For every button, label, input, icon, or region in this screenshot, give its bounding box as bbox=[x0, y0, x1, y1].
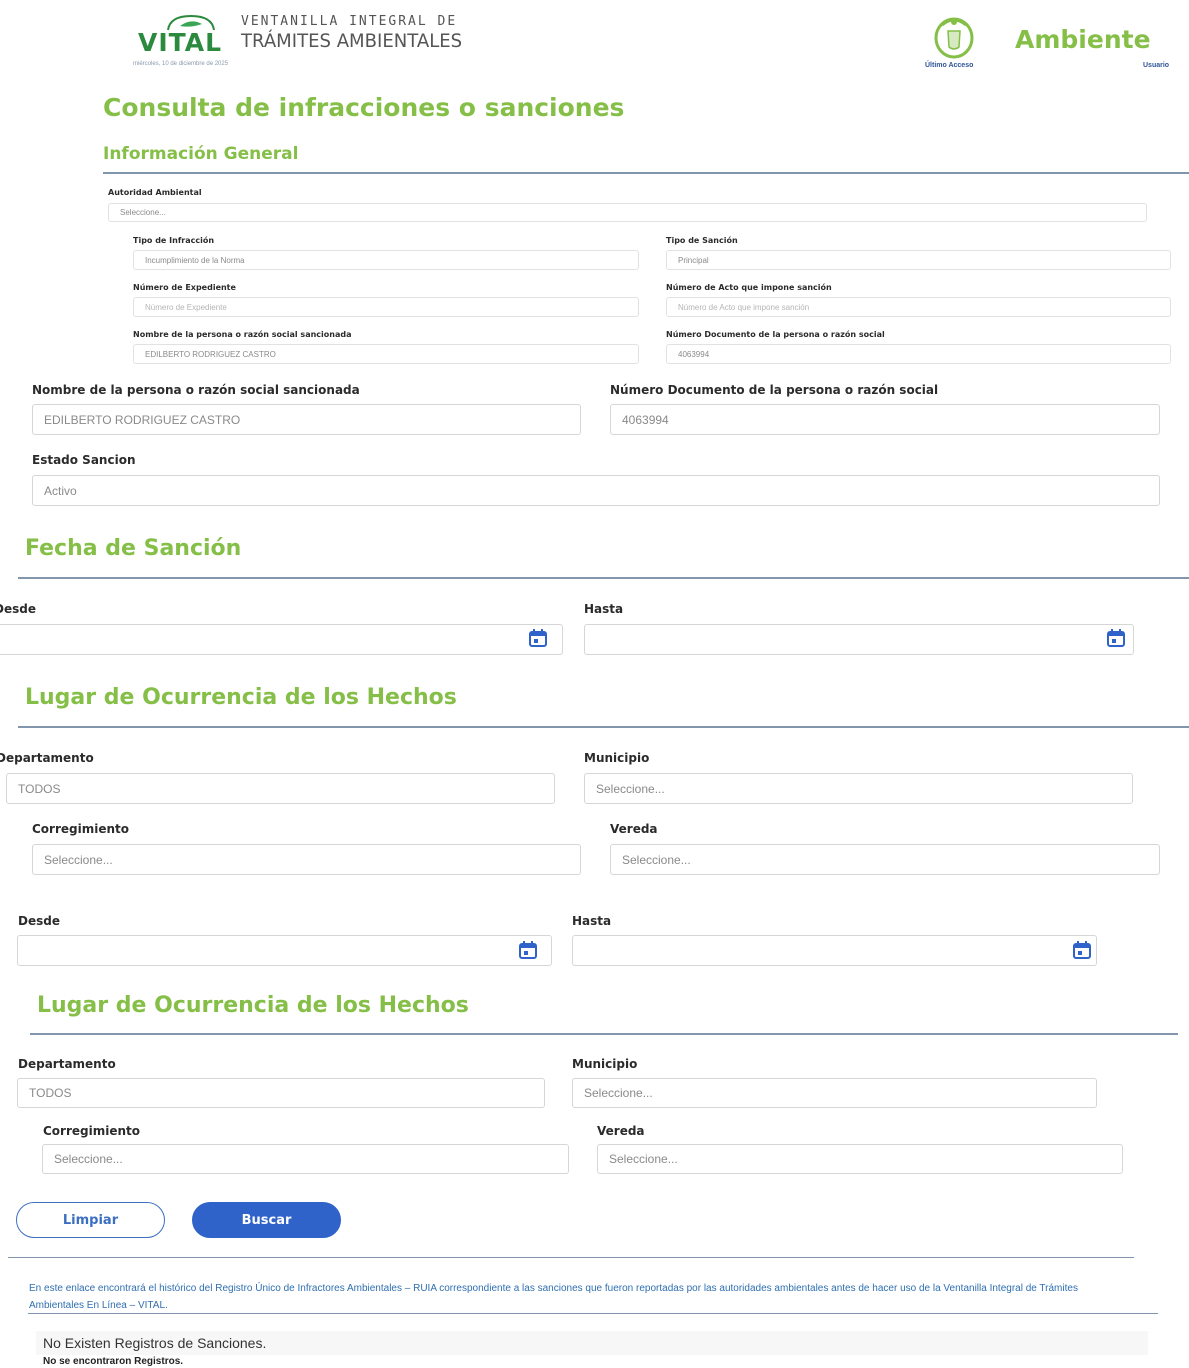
fecha2-hasta-label: Hasta bbox=[572, 914, 612, 928]
nombre-input[interactable]: EDILBERTO RODRIGUEZ CASTRO bbox=[32, 404, 581, 435]
corregimiento2-select[interactable]: Seleccione... bbox=[42, 1144, 569, 1174]
nombre-small-input[interactable]: EDILBERTO RODRIGUEZ CASTRO bbox=[133, 344, 639, 364]
fecha2-hasta-input[interactable] bbox=[572, 935, 1097, 966]
lugar-section-title: Lugar de Ocurrencia de los Hechos bbox=[25, 685, 457, 710]
ruia-divider bbox=[28, 1313, 1158, 1314]
num-expediente-input[interactable]: Número de Expediente bbox=[133, 297, 639, 317]
header-date: miércoles, 10 de diciembre de 2025 bbox=[133, 61, 229, 67]
lugar2-section-rule bbox=[30, 1033, 1178, 1035]
calendar-icon[interactable] bbox=[528, 628, 548, 648]
ruia-link[interactable]: En este enlace encontrará el histórico d… bbox=[29, 1280, 1109, 1314]
departamento2-select[interactable]: TODOS bbox=[17, 1078, 545, 1108]
brand-ambiente: Ambiente bbox=[1015, 25, 1151, 54]
vital-logo[interactable]: VITAL VENTANILLA INTEGRAL DE TRÁMITES AM… bbox=[138, 14, 483, 58]
actions-divider bbox=[8, 1257, 1134, 1258]
user-label[interactable]: Usuario bbox=[1143, 62, 1169, 69]
corregimiento2-label: Corregimiento bbox=[43, 1124, 141, 1138]
documento-small-label: Número Documento de la persona o razón s… bbox=[666, 330, 885, 339]
departamento2-label: Departamento bbox=[18, 1057, 116, 1071]
calendar-icon[interactable] bbox=[518, 940, 538, 960]
fecha-section-rule bbox=[18, 577, 1189, 579]
fecha-hasta-label: Hasta bbox=[584, 602, 624, 616]
num-acto-label: Número de Acto que impone sanción bbox=[666, 283, 832, 292]
fecha-desde-label: Desde bbox=[0, 602, 36, 616]
municipio2-label: Municipio bbox=[572, 1057, 638, 1071]
general-section-rule bbox=[103, 172, 1189, 174]
not-found-text: No se encontraron Registros. bbox=[43, 1356, 184, 1367]
departamento-label: Departamento bbox=[0, 751, 94, 765]
documento-input[interactable]: 4063994 bbox=[610, 404, 1160, 435]
nombre-label: Nombre de la persona o razón social sanc… bbox=[32, 383, 360, 397]
fecha2-desde-label: Desde bbox=[18, 914, 60, 928]
vereda2-label: Vereda bbox=[597, 1124, 645, 1138]
no-records-text: No Existen Registros de Sanciones. bbox=[43, 1335, 267, 1351]
fecha-hasta-input[interactable] bbox=[584, 624, 1134, 655]
lugar-section-rule bbox=[18, 726, 1189, 728]
corregimiento-label: Corregimiento bbox=[32, 822, 130, 836]
tipo-infraccion-label: Tipo de Infracción bbox=[133, 236, 215, 245]
estado-select[interactable]: Activo bbox=[32, 475, 1160, 506]
last-access-label: Último Acceso bbox=[925, 62, 974, 69]
lugar2-section-title: Lugar de Ocurrencia de los Hechos bbox=[37, 993, 469, 1018]
general-section-title: Información General bbox=[103, 144, 299, 164]
tipo-sancion-label: Tipo de Sanción bbox=[666, 236, 738, 245]
fecha-section-title: Fecha de Sanción bbox=[25, 536, 242, 561]
fecha-desde-input[interactable] bbox=[0, 624, 563, 655]
estado-label: Estado Sancion bbox=[32, 453, 136, 467]
corregimiento-select[interactable]: Seleccione... bbox=[32, 844, 581, 875]
tipo-sancion-select[interactable]: Principal bbox=[666, 250, 1171, 270]
autoridad-select[interactable]: Seleccione... bbox=[108, 203, 1147, 222]
calendar-icon[interactable] bbox=[1106, 628, 1126, 648]
num-acto-input[interactable]: Número de Acto que impone sanción bbox=[666, 297, 1171, 317]
municipio-label: Municipio bbox=[584, 751, 650, 765]
ministry-seal-icon bbox=[934, 17, 974, 59]
documento-small-input[interactable]: 4063994 bbox=[666, 344, 1171, 364]
calendar-icon[interactable] bbox=[1072, 940, 1092, 960]
vereda-label: Vereda bbox=[610, 822, 658, 836]
nombre-small-label: Nombre de la persona o razón social sanc… bbox=[133, 330, 352, 339]
vereda-select[interactable]: Seleccione... bbox=[610, 844, 1160, 875]
autoridad-label: Autoridad Ambiental bbox=[108, 188, 202, 197]
page-title: Consulta de infracciones o sanciones bbox=[103, 93, 625, 122]
clear-button[interactable]: Limpiar bbox=[16, 1202, 165, 1238]
vital-subtitle-2: TRÁMITES AMBIENTALES bbox=[241, 30, 463, 52]
departamento-select[interactable]: TODOS bbox=[6, 773, 555, 804]
vereda2-select[interactable]: Seleccione... bbox=[597, 1144, 1123, 1174]
fecha2-desde-input[interactable] bbox=[17, 935, 552, 966]
vital-subtitle-1: VENTANILLA INTEGRAL DE bbox=[241, 14, 458, 29]
tipo-infraccion-select[interactable]: Incumplimiento de la Norma bbox=[133, 250, 639, 270]
vital-wordmark: VITAL bbox=[138, 28, 223, 57]
municipio-select[interactable]: Seleccione... bbox=[584, 773, 1133, 804]
num-expediente-label: Número de Expediente bbox=[133, 283, 236, 292]
municipio2-select[interactable]: Seleccione... bbox=[572, 1078, 1097, 1108]
documento-label: Número Documento de la persona o razón s… bbox=[610, 383, 939, 397]
search-button[interactable]: Buscar bbox=[192, 1202, 341, 1238]
